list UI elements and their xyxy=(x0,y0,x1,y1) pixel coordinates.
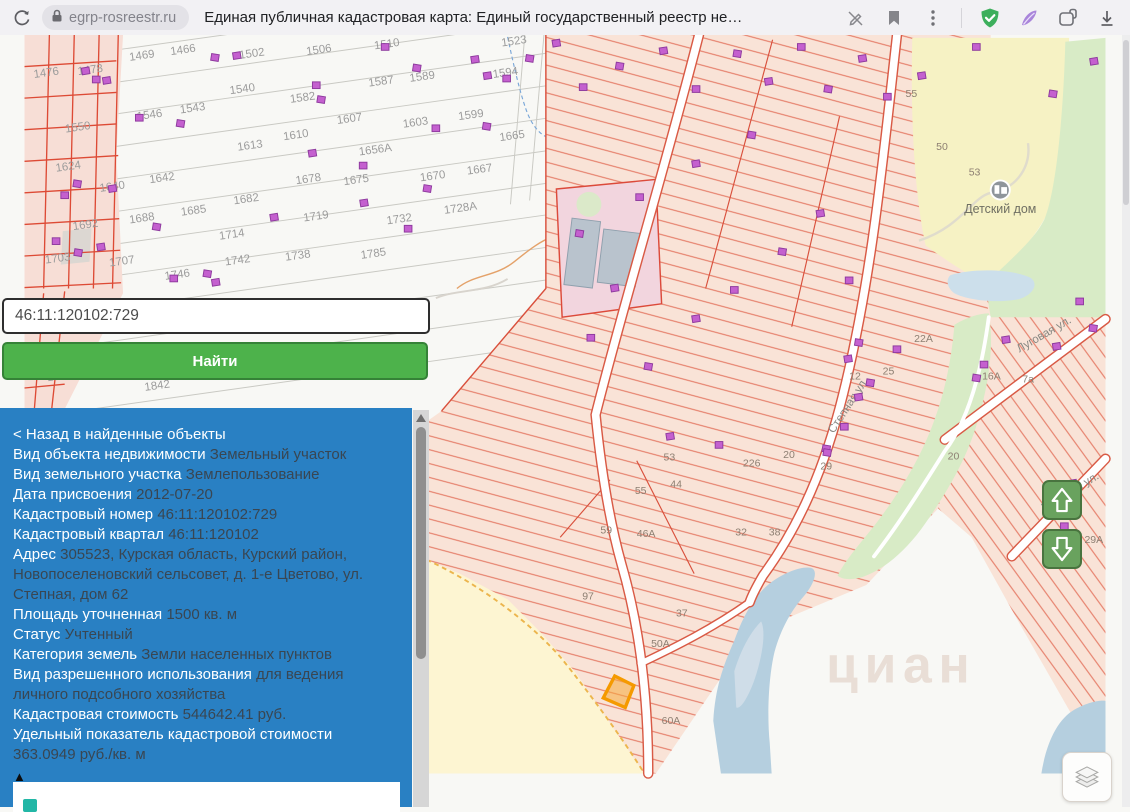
svg-text:97: 97 xyxy=(582,590,594,602)
svg-text:50: 50 xyxy=(936,141,948,153)
svg-text:16А: 16А xyxy=(982,370,1001,382)
download-icon[interactable] xyxy=(1096,7,1118,29)
field-cadastral-number: Кадастровый номер 46:11:120102:729 xyxy=(13,505,390,525)
svg-text:29: 29 xyxy=(820,460,832,472)
shield-check-icon[interactable] xyxy=(979,7,1001,29)
svg-text:25: 25 xyxy=(883,366,895,378)
layers-button[interactable] xyxy=(1062,752,1112,802)
find-button[interactable]: Найти xyxy=(2,342,428,380)
field-area: Площадь уточненная 1500 кв. м xyxy=(13,605,390,625)
back-link[interactable]: < Назад в найденные объекты xyxy=(13,425,390,445)
page-scrollbar xyxy=(1122,35,1130,807)
map-thumbnail-icon xyxy=(23,799,37,812)
field-permitted-use: Вид разрешенного использования для веден… xyxy=(13,665,390,705)
arrow-down-icon xyxy=(1045,532,1079,566)
svg-text:226: 226 xyxy=(743,457,761,469)
svg-text:53: 53 xyxy=(969,167,981,179)
svg-text:12: 12 xyxy=(849,370,861,382)
field-specific-value: Удельный показатель кадастровой стоимост… xyxy=(13,725,390,765)
panel-scrollbar xyxy=(413,410,429,807)
svg-text:60А: 60А xyxy=(662,715,681,727)
svg-text:7а: 7а xyxy=(1022,373,1034,385)
feather-icon[interactable] xyxy=(1018,7,1040,29)
svg-text:20: 20 xyxy=(948,451,960,463)
map-watermark: циан xyxy=(826,636,976,694)
panel-bottom-box xyxy=(13,782,400,812)
browser-toolbar: egrp-rosreestr.ru Единая публичная кадас… xyxy=(0,0,1130,35)
place-label: Детский дом xyxy=(964,202,1036,216)
svg-text:38: 38 xyxy=(769,526,781,538)
svg-text:22А: 22А xyxy=(914,333,933,345)
svg-text:50А: 50А xyxy=(651,638,670,650)
bookmark-icon[interactable] xyxy=(883,7,905,29)
svg-text:53: 53 xyxy=(664,452,676,464)
field-cadastral-value: Кадастровая стоимость 544642.41 руб. xyxy=(13,705,390,725)
svg-text:37: 37 xyxy=(676,608,688,620)
lock-icon xyxy=(51,9,63,27)
arrow-up-icon xyxy=(1045,483,1079,517)
object-info-panel: < Назад в найденные объекты Вид объекта … xyxy=(0,408,412,807)
kebab-menu-icon[interactable] xyxy=(922,7,944,29)
scroll-up-arrow[interactable] xyxy=(416,414,426,422)
svg-text:32: 32 xyxy=(735,526,747,538)
field-parcel-type: Вид земельного участка Землепользование xyxy=(13,465,390,485)
slashed-pen-icon[interactable] xyxy=(844,7,866,29)
svg-text:46А: 46А xyxy=(637,528,656,540)
svg-text:55: 55 xyxy=(906,88,918,100)
url-text: egrp-rosreestr.ru xyxy=(69,10,176,26)
detsky-dom-poi xyxy=(991,180,1010,199)
field-land-category: Категория земель Земли населенных пункто… xyxy=(13,645,390,665)
field-address: Адрес 305523, Курская область, Курский р… xyxy=(13,545,390,605)
address-bar[interactable]: egrp-rosreestr.ru xyxy=(42,5,189,30)
field-object-type: Вид объекта недвижимости Земельный участ… xyxy=(13,445,390,465)
layers-icon xyxy=(1070,760,1104,794)
svg-text:29А: 29А xyxy=(1084,534,1103,546)
svg-text:20: 20 xyxy=(783,449,795,461)
zoom-out-button[interactable] xyxy=(1042,529,1082,569)
page-title: Единая публичная кадастровая карта: Един… xyxy=(204,9,742,26)
zoom-in-button[interactable] xyxy=(1042,480,1082,520)
svg-text:59: 59 xyxy=(600,524,612,536)
svg-text:55: 55 xyxy=(635,485,647,497)
field-status: Статус Учтенный xyxy=(13,625,390,645)
search-input[interactable] xyxy=(2,298,430,334)
extension-icon[interactable] xyxy=(1057,7,1079,29)
page-scrollbar-thumb[interactable] xyxy=(1123,40,1129,205)
field-date: Дата присвоения 2012-07-20 xyxy=(13,485,390,505)
reload-icon[interactable] xyxy=(10,7,32,29)
svg-text:44: 44 xyxy=(670,478,682,490)
scrollbar-thumb[interactable] xyxy=(416,427,426,659)
field-cadastral-block: Кадастровый квартал 46:11:120102 xyxy=(13,525,390,545)
toolbar-divider xyxy=(961,8,962,28)
